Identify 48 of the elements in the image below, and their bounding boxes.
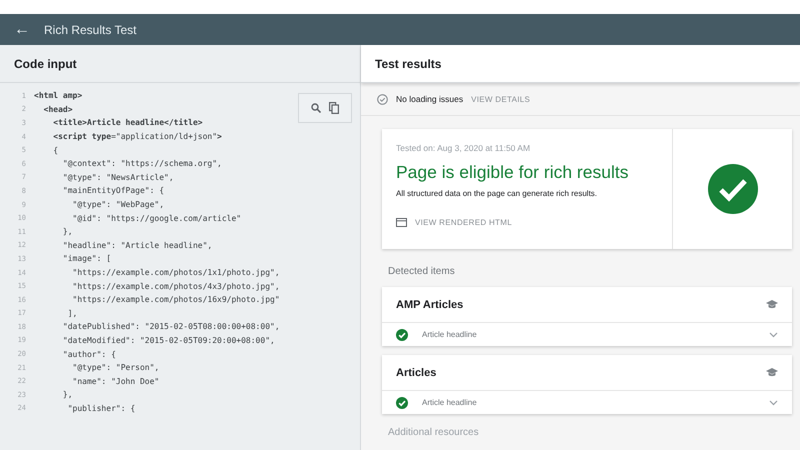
code-line: "dateModified": "2015-02-05T09:20:00+08:00",: [62, 336, 275, 345]
code-line: "image": [: [62, 254, 112, 264]
result-description: All structured data on the page can generate rich results.: [396, 189, 598, 198]
graduation-cap-icon[interactable]: [766, 368, 778, 378]
item-title: AMP Articles: [396, 298, 464, 310]
app-title: Rich Results Test: [44, 22, 136, 36]
code-line: "@id": "https://google.com/article": [72, 214, 242, 223]
code-line: "@type": "WebPage",: [72, 200, 164, 210]
code-line: <head>: [42, 104, 73, 114]
code-line: "@context": "https://schema.org",: [62, 159, 222, 168]
code-line: "publisher": {: [66, 404, 136, 413]
browser-icon: [396, 218, 407, 227]
loading-status: No loading issues: [396, 94, 464, 104]
search-icon[interactable]: [311, 103, 321, 113]
code-line: "@type": "NewsArticle",: [62, 172, 174, 182]
chevron-down-icon: [769, 400, 778, 406]
code-line: ],: [66, 308, 78, 318]
view-rendered-html-link[interactable]: VIEW RENDERED HTML: [415, 218, 512, 227]
code-line: },: [62, 390, 73, 400]
code-line: "@type": "Person",: [72, 363, 160, 372]
code-line: "https://example.com/photos/16x9/photo.jpg": [72, 295, 280, 304]
code-line: {: [52, 146, 58, 155]
panel-title: Test results: [361, 45, 800, 83]
detected-item-row[interactable]: Article headline: [382, 323, 792, 346]
code-line: <title>Article headline</title>: [52, 118, 203, 128]
graduation-cap-icon[interactable]: [766, 300, 778, 310]
code-line: "datePublished": "2015-02-05T08:00:00+08:00",: [62, 322, 280, 332]
back-button[interactable]: ←: [14, 20, 30, 38]
result-headline: Page is eligible for rich results: [396, 162, 630, 183]
view-details-link[interactable]: VIEW DETAILS: [471, 94, 530, 104]
code-line: <html amp>: [34, 91, 82, 100]
code-line: <script type="application/ld+json">: [52, 132, 222, 142]
chevron-down-icon: [769, 332, 778, 338]
code-line: "headline": "Article headline",: [62, 240, 212, 250]
code-line: "mainEntityOfPage": {: [62, 186, 164, 196]
tested-date: Tested on: Aug 3, 2020 at 11:50 AM: [396, 143, 532, 153]
code-line: },: [62, 227, 73, 236]
item-title: Articles: [396, 366, 436, 378]
copy-icon[interactable]: [329, 102, 339, 114]
code-line: "author": {: [62, 350, 116, 359]
code-line: "name": "John Doe": [72, 376, 160, 386]
code-line: "https://example.com/photos/1x1/photo.jpg",: [72, 268, 280, 278]
check-circle-icon: [377, 94, 388, 104]
code-line: "https://example.com/photos/4x3/photo.jpg",: [72, 282, 280, 291]
detected-item-row[interactable]: Article headline: [382, 391, 792, 414]
check-circle-icon: [708, 164, 758, 214]
section-label: Detected items: [388, 266, 456, 277]
section-label: Additional resources: [388, 427, 480, 438]
